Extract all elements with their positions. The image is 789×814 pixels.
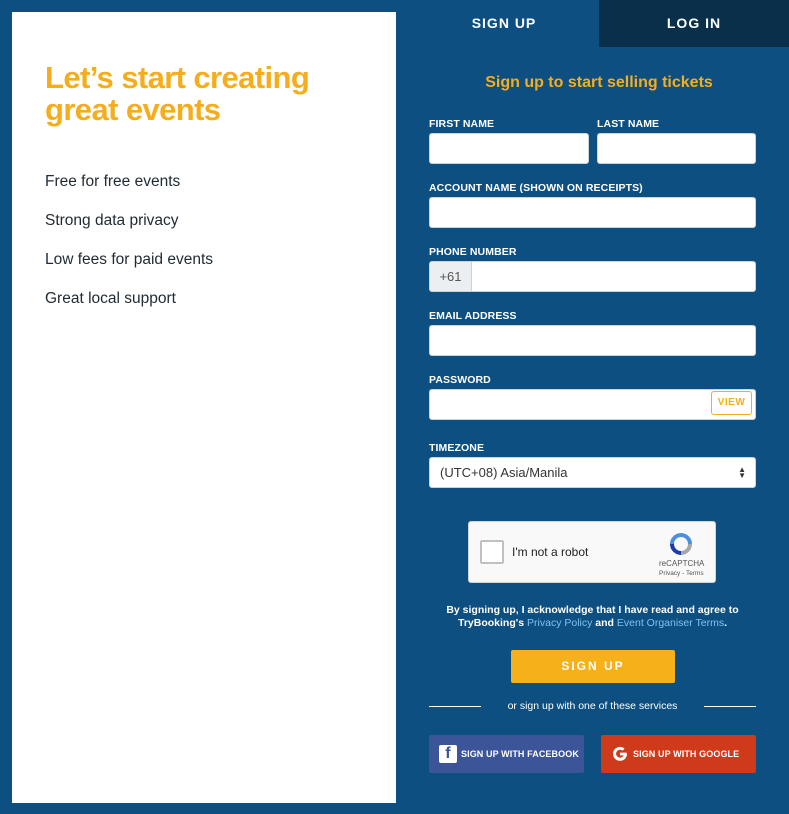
auth-tabs: SIGN UP LOG IN — [409, 0, 789, 47]
recaptcha-terms-link[interactable]: Privacy - Terms — [659, 570, 704, 577]
facebook-icon: f — [439, 745, 457, 763]
feature-item: Strong data privacy — [45, 212, 179, 229]
phone-field[interactable] — [471, 261, 756, 292]
email-label: EMAIL ADDRESS — [429, 310, 517, 322]
legal-and: and — [592, 617, 617, 629]
timezone-value: (UTC+08) Asia/Manila — [440, 465, 568, 480]
feature-item: Free for free events — [45, 173, 181, 190]
last-name-field[interactable] — [597, 133, 756, 164]
signup-panel: SIGN UP LOG IN Sign up to start selling … — [409, 0, 789, 814]
account-name-label: ACCOUNT NAME (SHOWN ON RECEIPTS) — [429, 182, 643, 194]
facebook-signup-button[interactable]: f SIGN UP WITH FACEBOOK — [429, 735, 584, 773]
page-headline: Let’s start creating great events — [45, 60, 310, 127]
first-name-label: FIRST NAME — [429, 118, 495, 130]
timezone-label: TIMEZONE — [429, 442, 485, 454]
form-title: Sign up to start selling tickets — [485, 74, 713, 91]
organiser-terms-link[interactable]: Event Organiser Terms — [617, 617, 724, 629]
google-icon — [613, 746, 627, 761]
recaptcha-icon — [670, 533, 692, 555]
divider-left — [429, 706, 481, 707]
signup-button[interactable]: SIGN UP — [511, 650, 675, 683]
account-name-field[interactable] — [429, 197, 756, 228]
facebook-button-label: SIGN UP WITH FACEBOOK — [461, 749, 579, 759]
divider-right — [704, 706, 756, 707]
last-name-label: LAST NAME — [597, 118, 660, 130]
divider-text: or sign up with one of these services — [507, 700, 678, 712]
google-button-label: SIGN UP WITH GOOGLE — [633, 749, 740, 759]
feature-item: Low fees for paid events — [45, 251, 214, 268]
recaptcha-brand: reCAPTCHA — [659, 559, 705, 568]
google-signup-button[interactable]: SIGN UP WITH GOOGLE — [601, 735, 756, 773]
phone-label: PHONE NUMBER — [429, 246, 517, 258]
recaptcha-checkbox[interactable] — [480, 540, 504, 564]
legal-notice: By signing up, I acknowledge that I have… — [429, 604, 756, 630]
recaptcha-label: I'm not a robot — [512, 545, 589, 559]
timezone-select[interactable]: (UTC+08) Asia/Manila ▲ ▼ — [429, 457, 756, 488]
tab-login[interactable]: LOG IN — [599, 0, 789, 47]
email-field[interactable] — [429, 325, 756, 356]
tab-signup[interactable]: SIGN UP — [409, 0, 599, 47]
marketing-panel: Let’s start creating great events Free f… — [12, 12, 396, 803]
password-label: PASSWORD — [429, 374, 491, 386]
password-field[interactable] — [429, 389, 756, 420]
phone-prefix: +61 — [429, 261, 472, 292]
legal-suffix: . — [724, 617, 727, 629]
recaptcha-widget: I'm not a robot reCAPTCHA Privacy - Term… — [468, 521, 716, 583]
view-password-button[interactable]: VIEW — [711, 391, 752, 415]
first-name-field[interactable] — [429, 133, 589, 164]
privacy-policy-link[interactable]: Privacy Policy — [527, 617, 592, 629]
feature-item: Great local support — [45, 290, 176, 307]
select-arrows-icon: ▲ ▼ — [738, 464, 746, 480]
feature-list: Free for free events Strong data privacy… — [45, 173, 213, 329]
